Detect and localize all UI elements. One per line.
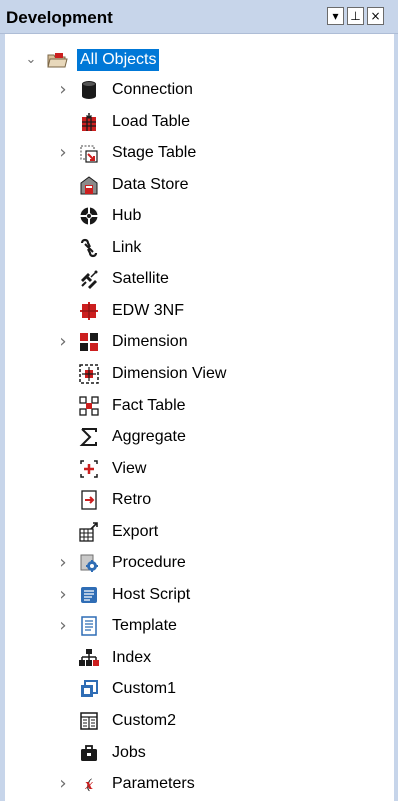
data-store-icon: [78, 174, 100, 196]
tree-item-label[interactable]: Retro: [112, 490, 151, 510]
tree-item-template[interactable]: › Template: [0, 611, 390, 641]
tree-root-label[interactable]: All Objects: [77, 49, 160, 71]
retro-icon: [78, 489, 100, 511]
tree-item-label[interactable]: Hub: [112, 206, 141, 226]
chevron-right-icon[interactable]: ›: [56, 554, 70, 572]
tree-item-edw-3nf[interactable]: EDW 3NF: [0, 296, 390, 326]
parameters-icon: (x: [78, 773, 100, 795]
tree-item-data-store[interactable]: Data Store: [0, 170, 390, 200]
panel-right-border: [394, 0, 398, 801]
svg-text:x: x: [84, 778, 93, 793]
aggregate-icon: [78, 426, 100, 448]
tree-item-host-script[interactable]: › Host Script: [0, 580, 390, 610]
procedure-icon: [78, 552, 100, 574]
tree-item-label[interactable]: Stage Table: [112, 143, 196, 163]
tree-item-label[interactable]: EDW 3NF: [112, 301, 184, 321]
tree-item-link[interactable]: Link: [0, 233, 390, 263]
tree-item-fact-table[interactable]: Fact Table: [0, 391, 390, 421]
tree-item-custom1[interactable]: Custom1: [0, 674, 390, 704]
tree-item-hub[interactable]: Hub: [0, 201, 390, 231]
tree-item-parameters[interactable]: › (x Parameters: [0, 769, 390, 799]
tree-item-dimension-view[interactable]: Dimension View: [0, 359, 390, 389]
development-panel: Development ▾ ⊥ × ⌄ All Objects › Connect…: [0, 0, 398, 801]
tree-item-custom2[interactable]: Custom2: [0, 706, 390, 736]
template-icon: [78, 615, 100, 637]
tree-item-connection[interactable]: › Connection: [0, 75, 390, 105]
tree-item-label[interactable]: Link: [112, 238, 141, 258]
tree-item-label[interactable]: Procedure: [112, 553, 186, 573]
panel-title: Development: [6, 8, 113, 27]
satellite-icon: [78, 268, 100, 290]
tree-item-jobs[interactable]: Jobs: [0, 738, 390, 768]
fact-table-icon: [78, 395, 100, 417]
chevron-right-icon[interactable]: ›: [56, 775, 70, 793]
dropdown-button[interactable]: ▾: [327, 7, 344, 25]
tree-item-export[interactable]: Export: [0, 517, 390, 547]
tree-item-label[interactable]: Dimension: [112, 332, 188, 352]
dimension-icon: [78, 331, 100, 353]
host-script-icon: [78, 584, 100, 606]
jobs-icon: [78, 742, 100, 764]
chevron-right-icon[interactable]: ›: [56, 333, 70, 351]
tree-item-retro[interactable]: Retro: [0, 485, 390, 515]
chevron-right-icon[interactable]: ›: [56, 144, 70, 162]
tree-item-stage-table[interactable]: › Stage Table: [0, 138, 390, 168]
folder-open-icon: [46, 49, 68, 71]
tree-root-all-objects[interactable]: ⌄ All Objects: [0, 45, 390, 75]
view-icon: [78, 458, 100, 480]
index-icon: [78, 647, 100, 669]
load-table-icon: [78, 111, 100, 133]
tree-item-label[interactable]: Parameters: [112, 774, 195, 794]
tree-item-satellite[interactable]: Satellite: [0, 264, 390, 294]
close-button[interactable]: ×: [367, 7, 384, 25]
tree-item-load-table[interactable]: Load Table: [0, 107, 390, 137]
tree-item-view[interactable]: View: [0, 454, 390, 484]
chevron-down-icon[interactable]: ⌄: [24, 53, 38, 67]
tree-item-label[interactable]: Dimension View: [112, 364, 226, 384]
chevron-right-icon[interactable]: ›: [56, 585, 70, 603]
tree-item-index[interactable]: Index: [0, 643, 390, 673]
tree-item-dimension[interactable]: › Dimension: [0, 327, 390, 357]
tree-item-label[interactable]: Data Store: [112, 175, 188, 195]
tree-item-label[interactable]: Fact Table: [112, 396, 186, 416]
pin-button[interactable]: ⊥: [347, 7, 364, 25]
tree-item-label[interactable]: Connection: [112, 80, 193, 100]
tree-item-label[interactable]: Index: [112, 648, 151, 668]
tree-item-label[interactable]: Load Table: [112, 112, 190, 132]
tree-item-label[interactable]: View: [112, 459, 146, 479]
connection-icon: [78, 79, 100, 101]
tree-item-aggregate[interactable]: Aggregate: [0, 422, 390, 452]
tree-item-procedure[interactable]: › Procedure: [0, 548, 390, 578]
dimension-view-icon: [78, 363, 100, 385]
chevron-right-icon[interactable]: ›: [56, 81, 70, 99]
tree-item-label[interactable]: Custom2: [112, 711, 176, 731]
custom2-icon: [78, 710, 100, 732]
stage-table-icon: [78, 142, 100, 164]
tree-item-label[interactable]: Template: [112, 616, 177, 636]
hub-icon: [78, 205, 100, 227]
panel-titlebar: Development ▾ ⊥ ×: [0, 0, 398, 34]
tree-item-label[interactable]: Host Script: [112, 585, 190, 605]
edw-3nf-icon: [78, 300, 100, 322]
tree-item-label[interactable]: Jobs: [112, 743, 146, 763]
tree-item-label[interactable]: Custom1: [112, 679, 176, 699]
export-icon: [78, 521, 100, 543]
tree-item-label[interactable]: Aggregate: [112, 427, 186, 447]
tree-item-label[interactable]: Export: [112, 522, 158, 542]
custom1-icon: [78, 678, 100, 700]
tree-item-label[interactable]: Satellite: [112, 269, 169, 289]
link-icon: [78, 237, 100, 259]
chevron-right-icon[interactable]: ›: [56, 617, 70, 635]
